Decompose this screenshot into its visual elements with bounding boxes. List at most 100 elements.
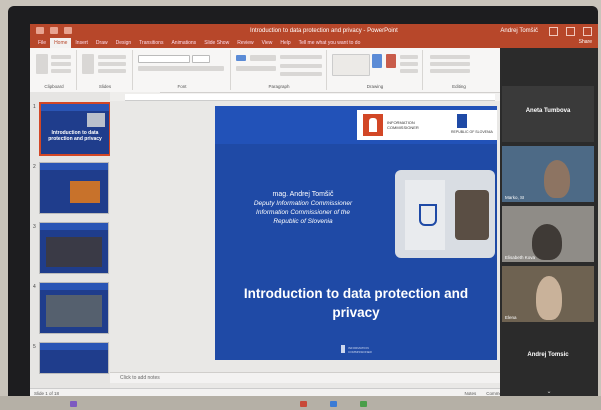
undo-icon[interactable]	[50, 27, 58, 34]
replace-button[interactable]	[430, 62, 470, 66]
quick-styles-button[interactable]	[386, 54, 396, 68]
current-slide[interactable]: INFORMATION COMMISSIONER REPUBLIC OF SLO…	[215, 106, 497, 360]
slide-footer-logo: INFORMATION COMMISSIONER	[335, 344, 375, 356]
font-format-buttons[interactable]	[138, 66, 224, 71]
reset-button[interactable]	[98, 62, 126, 66]
group-editing: Editing	[424, 50, 494, 90]
thumb-header	[40, 163, 108, 170]
participant-name: Andrej Tomsic	[527, 352, 569, 358]
shapes-gallery[interactable]	[332, 54, 370, 76]
slide-thumbnail[interactable]	[39, 282, 109, 334]
slide-thumbnails-pane: 1 Introduction to data protection and pr…	[30, 92, 111, 388]
slide-thumbnail[interactable]	[39, 222, 109, 274]
horizontal-ruler	[125, 94, 495, 101]
shape-fill-button[interactable]	[400, 55, 418, 59]
tab-design[interactable]: Design	[112, 38, 136, 48]
maximize-icon[interactable]	[566, 27, 575, 36]
group-clipboard: Clipboard	[32, 50, 77, 90]
taskbar-app-icon[interactable]	[300, 401, 307, 407]
participant-tile[interactable]: Andrej Tomsic	[502, 330, 594, 386]
ribbon: Clipboard Slides Font Paragraph Drawing …	[30, 48, 500, 93]
participant-tile[interactable]: Marko, SI	[502, 146, 594, 202]
layout-button[interactable]	[98, 55, 126, 59]
participant-name: Elena	[505, 315, 517, 320]
tab-transitions[interactable]: Transitions	[135, 38, 167, 48]
tab-help[interactable]: Help	[276, 38, 294, 48]
tab-view[interactable]: View	[258, 38, 277, 48]
participant-tile[interactable]: Elisabeth Kova	[502, 206, 594, 262]
alignment-buttons[interactable]	[236, 66, 276, 71]
tab-slide-show[interactable]: Slide Show	[200, 38, 233, 48]
redo-icon[interactable]	[64, 27, 72, 34]
save-icon[interactable]	[36, 27, 44, 34]
tab-home[interactable]: Home	[50, 38, 72, 48]
shape-outline-button[interactable]	[400, 62, 418, 66]
slide-thumbnail[interactable]	[39, 342, 109, 374]
group-font: Font	[134, 50, 231, 90]
shape-effects-button[interactable]	[400, 69, 418, 73]
speaker-role-2: Information Commissioner of the	[256, 209, 350, 216]
numbering-button[interactable]	[250, 55, 276, 61]
thumb-header	[40, 343, 108, 350]
select-button[interactable]	[430, 69, 470, 73]
font-size-select[interactable]	[192, 55, 210, 63]
thumb-number: 1	[33, 104, 36, 110]
tab-draw[interactable]: Draw	[92, 38, 112, 48]
cut-button[interactable]	[51, 55, 71, 59]
bullets-button[interactable]	[236, 55, 246, 61]
slide-thumbnail[interactable]: Introduction to data protection and priv…	[39, 102, 111, 156]
chevron-down-icon[interactable]: ⌄	[500, 388, 598, 395]
tab-insert[interactable]: Insert	[71, 38, 92, 48]
group-label: Paragraph	[268, 84, 290, 89]
taskbar-app-icon[interactable]	[330, 401, 337, 407]
paste-button[interactable]	[36, 54, 48, 74]
thumb-image	[46, 237, 102, 267]
participant-video	[532, 224, 562, 260]
footer-text: INFORMATION COMMISSIONER	[348, 346, 372, 354]
taskbar-app-icon[interactable]	[70, 401, 77, 407]
notes-placeholder: Click to add notes	[120, 375, 160, 381]
slide-thumbnail[interactable]	[39, 162, 109, 214]
align-text-button[interactable]	[280, 64, 322, 68]
participant-tile[interactable]: Aneta Tumbova	[502, 86, 594, 142]
ribbon-tabs: File Home Insert Draw Design Transitions…	[30, 38, 598, 48]
tab-file[interactable]: File	[34, 38, 50, 48]
flag-banner	[405, 180, 445, 250]
font-family-select[interactable]	[138, 55, 190, 63]
participant-video	[544, 160, 570, 198]
new-slide-button[interactable]	[82, 54, 94, 74]
screen: Introduction to data protection and priv…	[30, 24, 598, 398]
tell-me-search[interactable]: Tell me what you want to do	[295, 38, 365, 48]
notes-pane[interactable]: Click to add notes	[110, 372, 530, 383]
arrange-button[interactable]	[372, 54, 382, 68]
thumb-image	[46, 295, 102, 327]
share-button[interactable]: Share	[579, 39, 592, 45]
slide-logos: INFORMATION COMMISSIONER REPUBLIC OF SLO…	[357, 110, 497, 140]
minimize-icon[interactable]	[549, 27, 558, 36]
tab-review[interactable]: Review	[233, 38, 257, 48]
taskbar-app-icon[interactable]	[360, 401, 367, 407]
speaker-photo	[395, 170, 495, 258]
smartart-button[interactable]	[280, 72, 322, 76]
thumb-header	[40, 223, 108, 230]
tab-animations[interactable]: Animations	[167, 38, 200, 48]
format-painter-button[interactable]	[51, 69, 71, 73]
find-button[interactable]	[430, 55, 470, 59]
thumb-number: 4	[33, 284, 36, 290]
window-controls	[549, 27, 592, 36]
participant-tile[interactable]: Elena	[502, 266, 594, 322]
account-name[interactable]: Andrej Tomšič	[500, 28, 538, 34]
close-icon[interactable]	[583, 27, 592, 36]
thumb-header	[41, 104, 109, 111]
group-label: Clipboard	[44, 84, 64, 89]
text-direction-button[interactable]	[280, 55, 322, 59]
thumb-image	[70, 181, 100, 203]
section-button[interactable]	[98, 69, 126, 73]
group-label: Font	[177, 84, 187, 89]
copy-button[interactable]	[51, 62, 71, 66]
logo-text: INFORMATION COMMISSIONER	[387, 120, 419, 130]
coat-of-arms-icon	[457, 114, 467, 128]
speaker-name: mag. Andrej Tomšič	[272, 191, 334, 198]
photo-figure	[455, 190, 489, 240]
group-label: Editing	[452, 84, 466, 89]
